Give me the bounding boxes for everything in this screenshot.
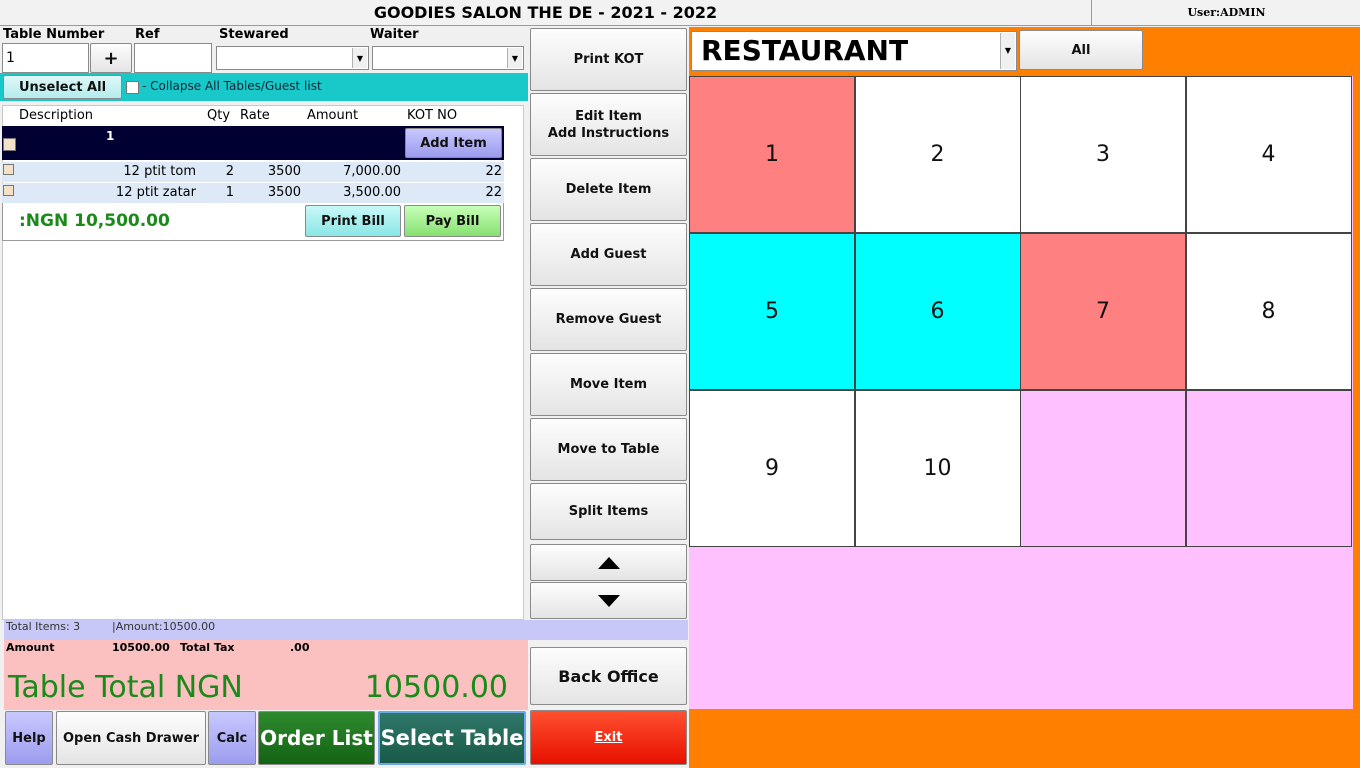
tax-value: .00 — [290, 641, 310, 654]
table-total-label: Table Total NGN — [8, 670, 243, 705]
right-edge — [1353, 76, 1360, 709]
print-bill-button[interactable]: Print Bill — [305, 205, 401, 237]
table-total-value: 10500.00 — [364, 670, 508, 705]
item-amount: 7,000.00 — [343, 164, 401, 179]
pay-bill-button[interactable]: Pay Bill — [404, 205, 501, 237]
user-label: User:ADMIN — [1187, 6, 1266, 19]
select-table-button[interactable]: Select Table — [378, 711, 526, 765]
area-select[interactable]: RESTAURANT ▼ — [691, 31, 1017, 71]
waiter-label: Waiter — [370, 27, 419, 42]
tax-label: Total Tax — [180, 641, 235, 654]
item-qty: 2 — [225, 164, 234, 179]
add-item-button[interactable]: Add Item — [405, 128, 502, 158]
collapse-label: - Collapse All Tables/Guest list — [142, 79, 322, 93]
table-3[interactable]: 3 — [1020, 76, 1186, 233]
app-title: GOODIES SALON THE DE - 2021 - 2022 — [0, 0, 1092, 26]
order-total: :NGN 10,500.00 — [19, 211, 170, 231]
ref-input[interactable] — [134, 43, 212, 73]
add-guest-button[interactable]: Add Guest — [530, 223, 687, 286]
item-description: 12 ptit zatar — [115, 185, 196, 200]
collapse-checkbox[interactable] — [126, 81, 139, 94]
table-7[interactable]: 7 — [1020, 233, 1186, 390]
item-amount: 3,500.00 — [343, 185, 401, 200]
edit-item-label: Edit Item — [575, 108, 642, 124]
guest-checkbox[interactable] — [3, 138, 16, 151]
table-number-input[interactable]: 1 — [2, 43, 89, 73]
add-table-button[interactable]: + — [90, 43, 132, 73]
item-kot: 22 — [485, 185, 502, 200]
area-select-value: RESTAURANT — [701, 34, 909, 67]
item-qty: 1 — [225, 185, 234, 200]
total-items: Total Items: 3 — [6, 620, 81, 633]
edit-item-button[interactable]: Edit Item Add Instructions — [530, 93, 687, 156]
col-rate: Rate — [240, 108, 270, 123]
col-qty: Qty — [207, 108, 231, 123]
table-number-label: Table Number — [3, 27, 105, 42]
arrow-up-icon — [597, 556, 620, 569]
item-rate: 3500 — [267, 185, 301, 200]
chevron-down-icon: ▼ — [507, 48, 522, 68]
move-to-table-button[interactable]: Move to Table — [530, 418, 687, 481]
all-filter-button[interactable]: All — [1019, 30, 1143, 70]
ref-label: Ref — [135, 27, 160, 42]
bottom-orange-bar — [689, 709, 1360, 768]
print-kot-button[interactable]: Print KOT — [530, 28, 687, 91]
item-kot: 22 — [485, 164, 502, 179]
item-checkbox[interactable] — [3, 164, 14, 175]
amount-value: 10500.00 — [112, 641, 170, 654]
remove-guest-button[interactable]: Remove Guest — [530, 288, 687, 351]
back-office-button[interactable]: Back Office — [530, 647, 687, 705]
stewared-label: Stewared — [219, 27, 289, 42]
table-6[interactable]: 6 — [854, 233, 1021, 390]
open-cash-drawer-button[interactable]: Open Cash Drawer — [56, 711, 206, 765]
calc-button[interactable]: Calc — [208, 711, 256, 765]
chevron-down-icon: ▼ — [352, 48, 367, 68]
summary-strip — [4, 620, 688, 640]
col-amount: Amount — [307, 108, 359, 123]
exit-button[interactable]: Exit — [530, 710, 687, 765]
arrow-down-icon — [597, 594, 620, 607]
table-empty[interactable] — [1185, 390, 1352, 547]
table-4[interactable]: 4 — [1185, 76, 1352, 233]
item-rate: 3500 — [267, 164, 301, 179]
col-kot-no: KOT NO — [407, 108, 458, 123]
waiter-select[interactable]: ▼ — [372, 46, 524, 70]
stewared-select[interactable]: ▼ — [216, 46, 369, 70]
scroll-down-button[interactable] — [530, 582, 687, 619]
table-1[interactable]: 1 — [689, 76, 855, 233]
guest-number: 1 — [106, 129, 115, 143]
table-empty[interactable] — [1020, 390, 1186, 547]
help-button[interactable]: Help — [5, 711, 53, 765]
col-description: Description — [19, 108, 94, 123]
table-8[interactable]: 8 — [1185, 233, 1352, 390]
add-instructions-label: Add Instructions — [547, 125, 670, 141]
chevron-down-icon: ▼ — [1000, 33, 1015, 69]
split-items-button[interactable]: Split Items — [530, 483, 687, 540]
item-checkbox[interactable] — [3, 185, 14, 196]
title-bar: GOODIES SALON THE DE - 2021 - 2022 User:… — [0, 0, 1360, 26]
delete-item-button[interactable]: Delete Item — [530, 158, 687, 221]
table-10[interactable]: 10 — [854, 390, 1021, 547]
table-grid: 1 2 3 4 5 6 7 8 9 10 — [689, 76, 1353, 548]
table-9[interactable]: 9 — [689, 390, 855, 547]
order-list-button[interactable]: Order List — [258, 711, 375, 765]
scroll-up-button[interactable] — [530, 544, 687, 581]
table-5[interactable]: 5 — [689, 233, 855, 390]
item-description: 12 ptit tom — [123, 164, 196, 179]
table-2[interactable]: 2 — [854, 76, 1021, 233]
amount-line: |Amount:10500.00 — [112, 620, 216, 633]
unselect-all-button[interactable]: Unselect All — [3, 75, 122, 99]
amount-label: Amount — [6, 641, 55, 654]
move-item-button[interactable]: Move Item — [530, 353, 687, 416]
